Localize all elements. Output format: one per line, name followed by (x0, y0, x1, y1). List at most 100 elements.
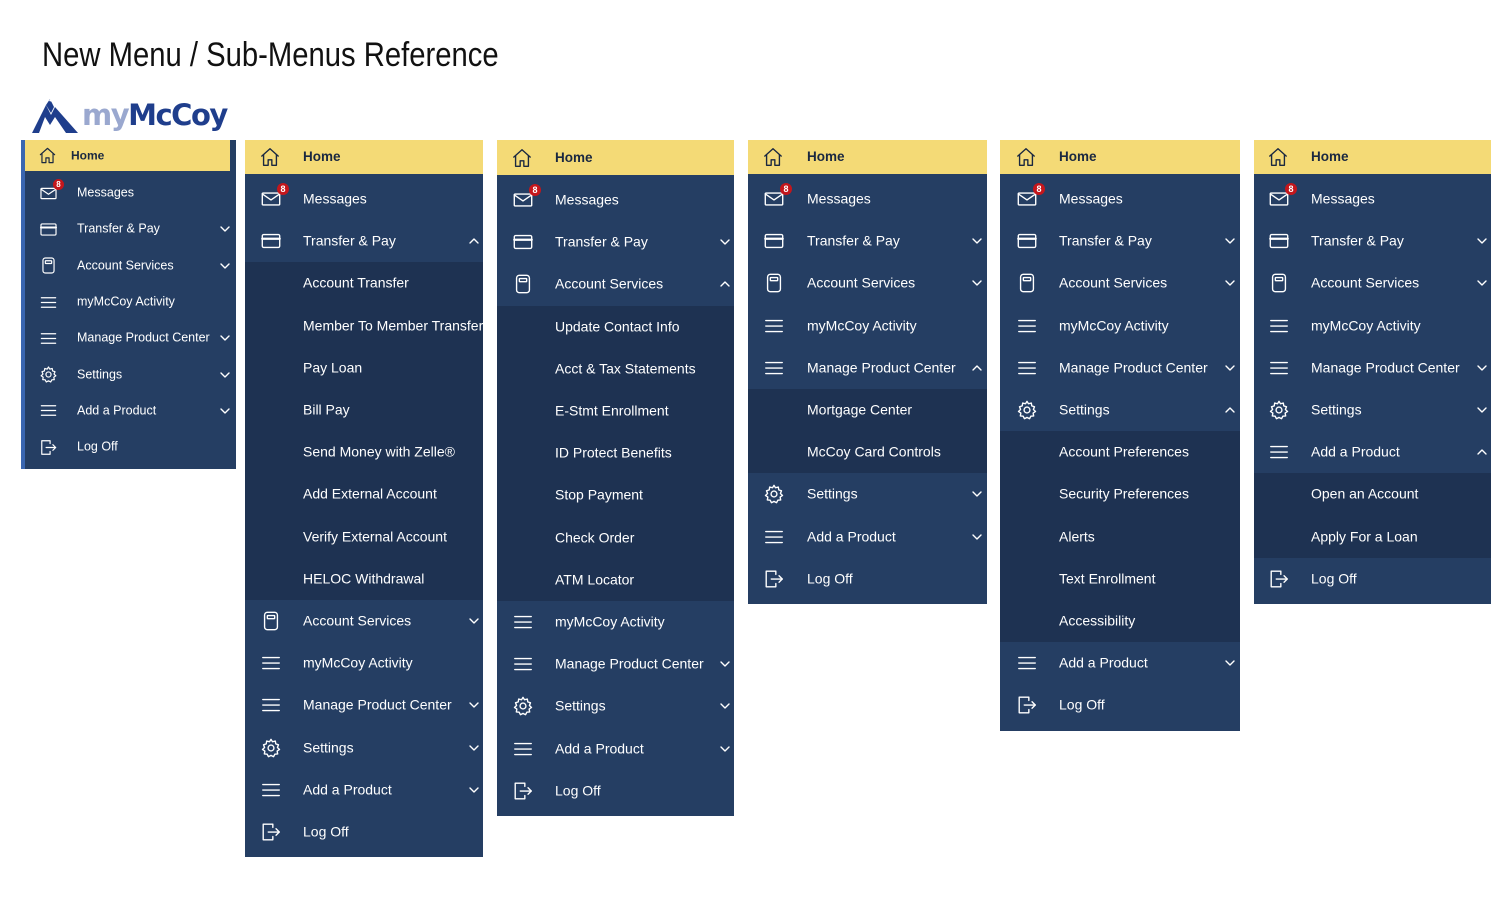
submenu-item-add-external-account[interactable]: Add External Account (245, 473, 483, 516)
nav-item-settings[interactable]: Settings (497, 685, 734, 727)
chevron-up-icon (718, 277, 732, 291)
nav-item-log-off[interactable]: Log Off (748, 558, 987, 600)
nav-item-account-services[interactable]: Account Services (748, 262, 987, 304)
nav-item-messages[interactable]: 8 Messages (497, 179, 734, 221)
menu-lines-icon (763, 315, 785, 337)
nav-item-transfer-pay[interactable]: Transfer & Pay (1000, 220, 1240, 262)
nav-item-label: Transfer & Pay (1059, 232, 1152, 249)
nav-item-add-a-product[interactable]: Add a Product (497, 727, 734, 769)
submenu-item-check-order[interactable]: Check Order (497, 516, 734, 559)
submenu-item-atm-locator[interactable]: ATM Locator (497, 558, 734, 601)
nav-item-mymccoy-activity[interactable]: myMcCoy Activity (497, 601, 734, 643)
nav-item-home[interactable]: Home (1254, 140, 1491, 174)
nav-item-add-a-product[interactable]: Add a Product (1000, 642, 1240, 684)
logo-name: McCoy (128, 97, 228, 132)
nav-item-log-off[interactable]: Log Off (1254, 558, 1491, 600)
gear-icon (260, 737, 282, 759)
nav-item-home[interactable]: Home (245, 140, 483, 174)
nav-item-manage-product-center[interactable]: Manage Product Center (1000, 347, 1240, 389)
nav-item-label: Messages (1311, 190, 1375, 207)
nav-item-manage-product-center[interactable]: Manage Product Center (245, 684, 483, 726)
calculator-icon (260, 610, 282, 632)
nav-item-label: Add a Product (1059, 654, 1148, 671)
nav-item-account-services[interactable]: Account Services (245, 600, 483, 642)
nav-item-messages[interactable]: 8 Messages (1000, 178, 1240, 220)
calculator-icon (512, 273, 534, 295)
submenu-item-account-preferences[interactable]: Account Preferences (1000, 431, 1240, 474)
nav-item-label: Account Services (1059, 275, 1168, 292)
nav-item-log-off[interactable]: Log Off (1000, 684, 1240, 726)
nav-item-label: Accessibility (1059, 612, 1136, 629)
nav-item-settings[interactable]: Settings (25, 356, 236, 392)
submenu-item-heloc-withdrawal[interactable]: HELOC Withdrawal (245, 557, 483, 600)
nav-item-home[interactable]: Home (497, 140, 734, 175)
nav-item-label: Settings (1059, 401, 1110, 418)
submenu-item-update-contact-info[interactable]: Update Contact Info (497, 305, 734, 348)
nav-item-label: ID Protect Benefits (555, 444, 672, 461)
submenu-item-verify-external-account[interactable]: Verify External Account (245, 515, 483, 558)
nav-item-log-off[interactable]: Log Off (25, 429, 236, 465)
nav-item-settings[interactable]: Settings (245, 726, 483, 768)
nav-item-settings[interactable]: Settings (1000, 389, 1240, 431)
nav-item-mymccoy-activity[interactable]: myMcCoy Activity (1000, 305, 1240, 347)
submenu-item-id-protect-benefits[interactable]: ID Protect Benefits (497, 432, 734, 475)
nav-item-manage-product-center[interactable]: Manage Product Center (497, 643, 734, 685)
nav-item-messages[interactable]: 8 Messages (748, 178, 987, 220)
nav-item-home[interactable]: Home (25, 140, 230, 171)
nav-item-account-services[interactable]: Account Services (25, 248, 236, 284)
submenu-item-acct-tax-statements[interactable]: Acct & Tax Statements (497, 347, 734, 390)
submenu-item-mortgage-center[interactable]: Mortgage Center (748, 388, 987, 432)
nav-item-account-services[interactable]: Account Services (1000, 262, 1240, 304)
nav-item-home[interactable]: Home (1000, 140, 1240, 174)
submenu-item-apply-for-a-loan[interactable]: Apply For a Loan (1254, 515, 1491, 558)
nav-item-manage-product-center[interactable]: Manage Product Center (748, 347, 987, 389)
nav-item-messages[interactable]: 8 Messages (245, 178, 483, 220)
nav-item-transfer-pay[interactable]: Transfer & Pay (25, 211, 236, 247)
nav-item-home[interactable]: Home (748, 140, 987, 174)
submenu-item-e-stmt-enrollment[interactable]: E-Stmt Enrollment (497, 389, 734, 433)
nav-item-messages[interactable]: 8 Messages (1254, 178, 1491, 220)
nav-item-settings[interactable]: Settings (1254, 389, 1491, 431)
nav-item-transfer-pay[interactable]: Transfer & Pay (1254, 220, 1491, 262)
unread-badge: 8 (1285, 183, 1297, 196)
submenu-item-pay-loan[interactable]: Pay Loan (245, 346, 483, 389)
submenu-item-open-an-account[interactable]: Open an Account (1254, 473, 1491, 516)
nav-item-mymccoy-activity[interactable]: myMcCoy Activity (25, 284, 236, 320)
submenu-item-mccoy-card-controls[interactable]: McCoy Card Controls (748, 431, 987, 474)
nav-item-label: Manage Product Center (555, 655, 704, 672)
nav-item-add-a-product[interactable]: Add a Product (25, 393, 236, 429)
nav-item-add-a-product[interactable]: Add a Product (245, 769, 483, 811)
nav-item-transfer-pay[interactable]: Transfer & Pay (245, 220, 483, 262)
nav-item-manage-product-center[interactable]: Manage Product Center (1254, 347, 1491, 389)
nav-item-label: Home (1059, 149, 1097, 165)
nav-item-label: Settings (807, 486, 858, 503)
nav-item-log-off[interactable]: Log Off (497, 770, 734, 812)
nav-item-messages[interactable]: 8 Messages (25, 175, 236, 211)
submenu-item-stop-payment[interactable]: Stop Payment (497, 474, 734, 517)
nav-item-transfer-pay[interactable]: Transfer & Pay (748, 220, 987, 262)
nav-item-mymccoy-activity[interactable]: myMcCoy Activity (245, 642, 483, 684)
nav-item-transfer-pay[interactable]: Transfer & Pay (497, 221, 734, 263)
nav-item-mymccoy-activity[interactable]: myMcCoy Activity (748, 305, 987, 347)
submenu-item-account-transfer[interactable]: Account Transfer (245, 262, 483, 305)
nav-item-account-services[interactable]: Account Services (1254, 262, 1491, 304)
nav-item-settings[interactable]: Settings (748, 473, 987, 515)
nav-item-label: Home (1311, 149, 1349, 165)
submenu-item-security-preferences[interactable]: Security Preferences (1000, 473, 1240, 516)
nav-item-mymccoy-activity[interactable]: myMcCoy Activity (1254, 305, 1491, 347)
submenu-item-alerts[interactable]: Alerts (1000, 515, 1240, 558)
nav-item-label: Log Off (1059, 697, 1105, 714)
nav-item-add-a-product[interactable]: Add a Product (748, 516, 987, 558)
nav-item-log-off[interactable]: Log Off (245, 811, 483, 853)
nav-item-manage-product-center[interactable]: Manage Product Center (25, 320, 236, 356)
nav-item-add-a-product[interactable]: Add a Product (1254, 431, 1491, 473)
submenu-item-bill-pay[interactable]: Bill Pay (245, 388, 483, 432)
submenu-item-accessibility[interactable]: Accessibility (1000, 599, 1240, 643)
nav-item-label: Manage Product Center (77, 331, 210, 346)
submenu-item-text-enrollment[interactable]: Text Enrollment (1000, 557, 1240, 600)
submenu-item-member-to-member-transfer[interactable]: Member To Member Transfer (245, 304, 483, 347)
submenu-item-send-money-with-zelle[interactable]: Send Money with Zelle® (245, 431, 483, 474)
nav-item-account-services[interactable]: Account Services (497, 263, 734, 305)
nav-item-label: Manage Product Center (807, 359, 956, 376)
nav-item-label: Transfer & Pay (77, 222, 160, 237)
